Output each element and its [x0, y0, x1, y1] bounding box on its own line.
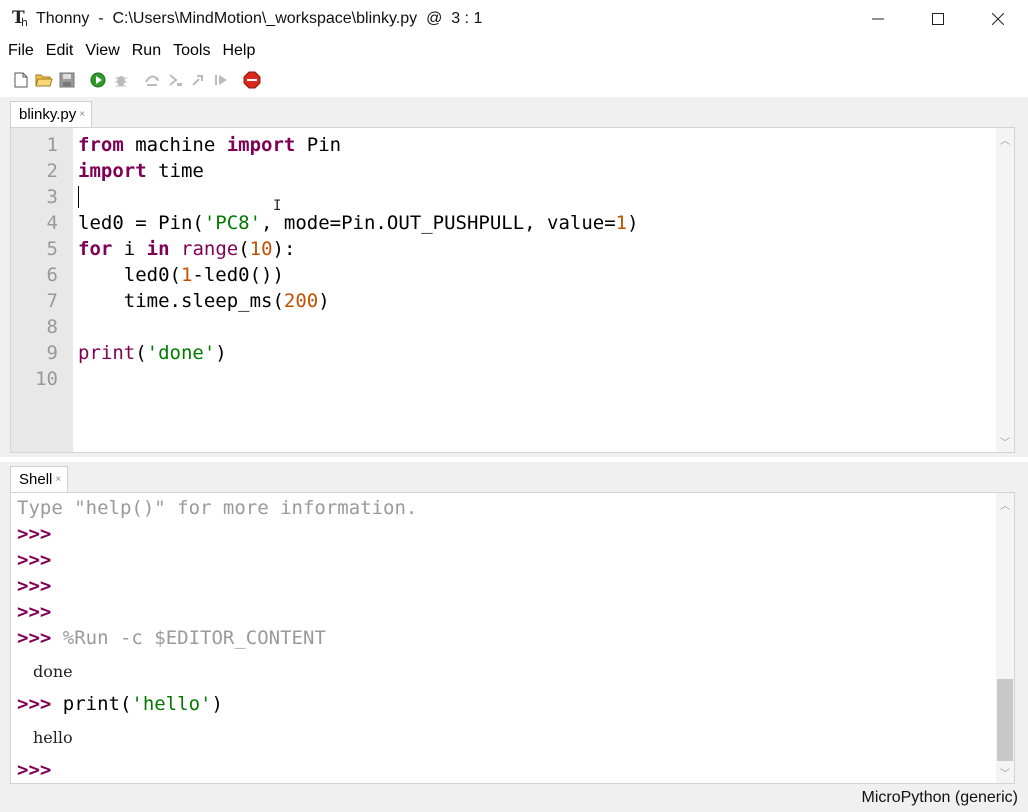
code-line-2: import time	[78, 160, 204, 182]
step-out-icon	[192, 75, 203, 86]
save-button[interactable]	[58, 71, 76, 89]
stop-button[interactable]	[243, 71, 261, 89]
code-line-7: time.sleep_ms(200)	[78, 290, 330, 312]
line-number: 3	[46, 186, 58, 208]
code-line-9: print('done')	[78, 342, 227, 364]
step-into-button[interactable]	[166, 71, 184, 89]
maximize-icon	[932, 13, 944, 25]
code-line-6: led0(1-led0())	[78, 264, 284, 286]
editor-panel: blinky.py × 1 2 3 4 5 6 7 8 9 10 from ma…	[0, 97, 1028, 457]
line-number: 2	[46, 160, 58, 182]
shell-help-line: Type "help()" for more information.	[17, 497, 418, 519]
shell-print-command: >>> print('hello')	[17, 693, 223, 715]
line-number: 4	[46, 212, 58, 234]
step-over-icon	[145, 75, 159, 86]
code-editor[interactable]: 1 2 3 4 5 6 7 8 9 10 from machine import…	[10, 127, 1015, 453]
interpreter-selector[interactable]: MicroPython (generic)	[862, 789, 1019, 807]
scroll-up-icon[interactable]: ︿	[999, 132, 1011, 147]
title-bar: Th Thonny - C:\Users\MindMotion\_workspa…	[0, 0, 1028, 38]
menu-help[interactable]: Help	[216, 38, 261, 63]
shell-scrollbar[interactable]: ︿ ﹀	[996, 493, 1014, 783]
code-line-4: led0 = Pin('PC8', mode=Pin.OUT_PUSHPULL,…	[78, 212, 639, 234]
tab-label: blinky.py	[19, 106, 77, 123]
shell-run-command: >>> %Run -c $EDITOR_CONTENT	[17, 627, 326, 649]
maximize-button[interactable]	[908, 0, 968, 38]
tab-close-icon[interactable]: ×	[79, 109, 85, 120]
code-line-1: from machine import Pin	[78, 134, 342, 156]
scroll-up-icon[interactable]: ︿	[999, 497, 1011, 512]
minimize-icon	[872, 18, 884, 20]
shell-prompt: >>>	[17, 601, 52, 623]
code-line-5: for i in range(10):	[78, 238, 296, 260]
scroll-down-icon[interactable]: ﹀	[999, 765, 1011, 780]
text-caret	[78, 186, 79, 208]
shell-prompt: >>>	[17, 523, 52, 545]
window-title: Thonny - C:\Users\MindMotion\_workspace\…	[36, 10, 483, 27]
shell-console[interactable]: Type "help()" for more information. >>> …	[10, 492, 1015, 784]
open-folder-icon	[35, 74, 53, 87]
tab-close-icon[interactable]: ×	[55, 474, 61, 485]
line-number: 1	[46, 134, 58, 156]
line-number-gutter: 1 2 3 4 5 6 7 8 9 10	[11, 128, 73, 452]
close-icon	[992, 13, 1004, 25]
line-number: 7	[46, 290, 58, 312]
step-into-icon	[169, 74, 182, 86]
shell-input-prompt[interactable]: >>>	[17, 757, 51, 783]
editor-scrollbar[interactable]: ︿ ﹀	[996, 128, 1014, 452]
toolbar	[0, 63, 1028, 97]
step-out-button[interactable]	[189, 71, 207, 89]
shell-panel: Shell × Type "help()" for more informati…	[0, 462, 1028, 784]
menu-bar: File Edit View Run Tools Help	[0, 38, 1028, 63]
menu-file[interactable]: File	[2, 38, 40, 63]
minimize-button[interactable]	[848, 0, 908, 38]
shell-output-done: done	[33, 662, 73, 681]
close-window-button[interactable]	[968, 0, 1028, 38]
menu-run[interactable]: Run	[126, 38, 167, 63]
menu-edit[interactable]: Edit	[40, 38, 80, 63]
line-number: 6	[46, 264, 58, 286]
tab-blinky-py[interactable]: blinky.py ×	[10, 101, 93, 127]
save-icon	[59, 72, 75, 88]
stop-icon	[243, 71, 261, 89]
tab-label: Shell	[19, 471, 53, 488]
menu-view[interactable]: View	[79, 38, 125, 63]
tab-shell[interactable]: Shell ×	[10, 466, 69, 492]
debug-icon	[115, 76, 127, 87]
line-number: 5	[46, 238, 58, 260]
ibeam-cursor-icon: I	[273, 198, 282, 214]
shell-output-hello: hello	[33, 728, 73, 747]
scrollbar-thumb[interactable]	[997, 679, 1013, 761]
run-icon	[90, 72, 106, 88]
shell-prompt: >>>	[17, 549, 52, 571]
resume-icon	[215, 75, 227, 85]
new-file-icon	[14, 72, 28, 88]
open-file-button[interactable]	[35, 71, 53, 89]
line-number: 10	[35, 368, 58, 390]
new-file-button[interactable]	[12, 71, 30, 89]
run-button[interactable]	[89, 71, 107, 89]
menu-tools[interactable]: Tools	[167, 38, 216, 63]
resume-button[interactable]	[212, 71, 230, 89]
status-bar: MicroPython (generic)	[0, 784, 1028, 812]
scroll-down-icon[interactable]: ﹀	[999, 434, 1011, 449]
debug-button[interactable]	[112, 71, 130, 89]
shell-prompt: >>>	[17, 575, 52, 597]
line-number: 8	[46, 316, 58, 338]
line-number: 9	[46, 342, 58, 364]
thonny-logo-icon: Th	[12, 8, 28, 29]
step-over-button[interactable]	[143, 71, 161, 89]
